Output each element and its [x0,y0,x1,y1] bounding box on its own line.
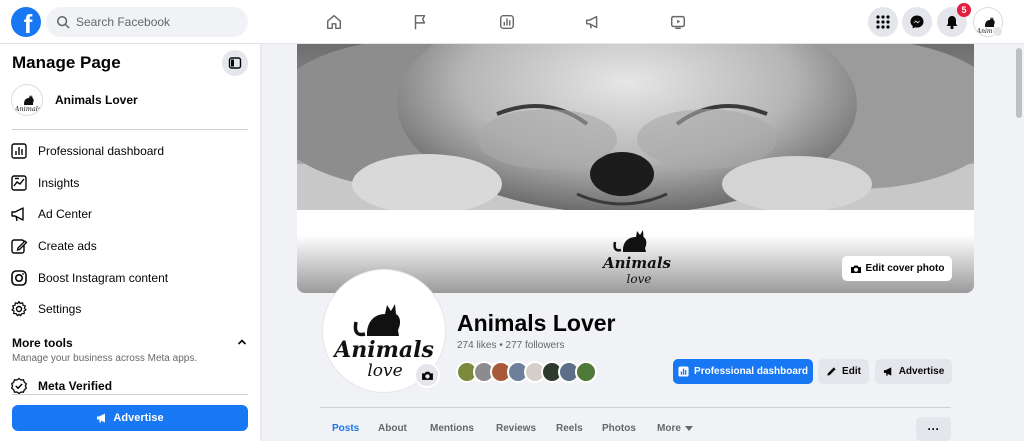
top-navigation-bar: f 5 Animals [0,0,1024,44]
notifications-button[interactable]: 5 [937,3,971,37]
edit-cover-photo-label: Edit cover photo [865,263,945,274]
follower-avatars[interactable] [456,361,597,383]
follower-avatar[interactable] [575,361,597,383]
dashboard-icon [11,143,27,159]
sidebar-divider [12,129,248,130]
sidebar-item-label: Boost Instagram content [38,271,169,285]
edit-page-button[interactable]: Edit [818,359,869,384]
account-caret-icon[interactable] [992,26,1003,37]
verified-badge-icon [10,377,28,395]
sidebar-item-label: Create ads [38,239,97,253]
grid-icon [876,15,890,29]
page-scrollbar[interactable] [1014,44,1024,441]
cover-photo-area: Animals love Edit cover photo [297,44,974,293]
tab-photos[interactable]: Photos [602,423,636,434]
home-nav-icon[interactable] [322,10,346,34]
sidebar-bottom-divider [12,394,248,395]
gear-icon [11,300,27,317]
megaphone-nav-icon[interactable] [581,10,605,34]
advertise-button[interactable]: Advertise [875,359,952,384]
menu-grid-button[interactable] [868,7,898,37]
sidebar-toggle-icon [228,57,242,69]
professional-dashboard-label: Professional dashboard [694,366,808,377]
sidebar-item-professional-dashboard[interactable]: Professional dashboard [10,139,250,163]
more-tools-subtitle: Manage your business across Meta apps. [12,353,198,364]
page-avatar: Animals [11,84,43,116]
svg-text:Animals: Animals [332,337,434,363]
caret-down-icon [684,425,693,431]
more-options-button[interactable]: ··· [916,417,951,441]
sidebar-item-ad-center[interactable]: Ad Center [10,202,250,226]
scrollbar-thumb[interactable] [1016,48,1022,118]
camera-icon [850,265,861,273]
tab-more-label: More [657,423,681,434]
tab-posts[interactable]: Posts [332,423,359,434]
sidebar-advertise-label: Advertise [113,412,164,424]
svg-text:love: love [367,361,402,381]
more-tools-heading[interactable]: More tools [12,336,73,350]
insights-icon [11,175,27,191]
sidebar-item-create-ads[interactable]: Create ads [10,234,250,258]
sidebar-title: Manage Page [12,53,121,72]
megaphone-icon [97,413,106,423]
manage-page-sidebar: Manage Page Animals Animals Lover Profes… [0,44,260,441]
dashboard-icon [678,366,689,377]
sidebar-item-boost-instagram[interactable]: Boost Instagram content [10,266,250,290]
bell-icon [946,16,958,30]
megaphone-icon [883,367,891,376]
search-icon [56,15,70,29]
notification-badge: 5 [957,3,971,17]
megaphone-icon [11,207,24,222]
chevron-up-icon[interactable] [236,336,248,348]
edit-label: Edit [842,366,861,377]
camera-icon [421,371,433,380]
tabs-divider [320,407,951,408]
likes-followers-count[interactable]: 274 likes • 277 followers [457,340,564,351]
instagram-icon [11,270,27,286]
tab-reviews[interactable]: Reviews [496,423,536,434]
sidebar-item-insights[interactable]: Insights [10,171,250,195]
facebook-logo-letter: f [23,9,33,37]
sidebar-item-label: Professional dashboard [38,144,165,158]
tab-reels[interactable]: Reels [556,423,583,434]
search-bar[interactable] [46,7,248,37]
collapse-sidebar-button[interactable] [222,50,248,76]
messenger-icon [910,15,924,29]
pencil-icon [11,239,28,254]
messenger-button[interactable] [902,7,932,37]
flag-nav-icon[interactable] [408,10,432,34]
page-title: Animals Lover [457,310,616,336]
sidebar-advertise-button[interactable]: Advertise [12,405,248,431]
facebook-logo[interactable]: f [11,7,41,37]
advertise-label: Advertise [898,366,945,377]
svg-text:love: love [627,272,652,286]
sidebar-item-label: Settings [38,302,82,316]
tab-mentions[interactable]: Mentions [430,423,474,434]
svg-text:Animals: Animals [14,105,42,113]
sidebar-item-label: Meta Verified [38,379,113,393]
sidebar-item-settings[interactable]: Settings [10,297,250,321]
cover-photo-image [297,44,974,210]
svg-text:Animals: Animals [601,254,672,272]
page-main-content: Animals love Edit cover photo Animals lo… [260,44,1024,441]
sidebar-item-label: Insights [38,176,80,190]
sidebar-item-label: Ad Center [38,207,93,221]
update-profile-picture-button[interactable] [414,362,440,388]
sidebar-page-switcher[interactable]: Animals Animals Lover [11,84,138,116]
video-nav-icon[interactable] [666,10,690,34]
professional-dashboard-button[interactable]: Professional dashboard [673,359,813,384]
tab-about[interactable]: About [378,423,407,434]
chart-nav-icon[interactable] [495,10,519,34]
sidebar-page-name: Animals Lover [55,93,138,107]
search-input[interactable] [76,15,236,29]
animals-lover-logo: Animals love [601,230,672,286]
edit-cover-photo-button[interactable]: Edit cover photo [842,256,952,281]
tab-more[interactable]: More [657,423,693,434]
pencil-icon [827,367,836,376]
